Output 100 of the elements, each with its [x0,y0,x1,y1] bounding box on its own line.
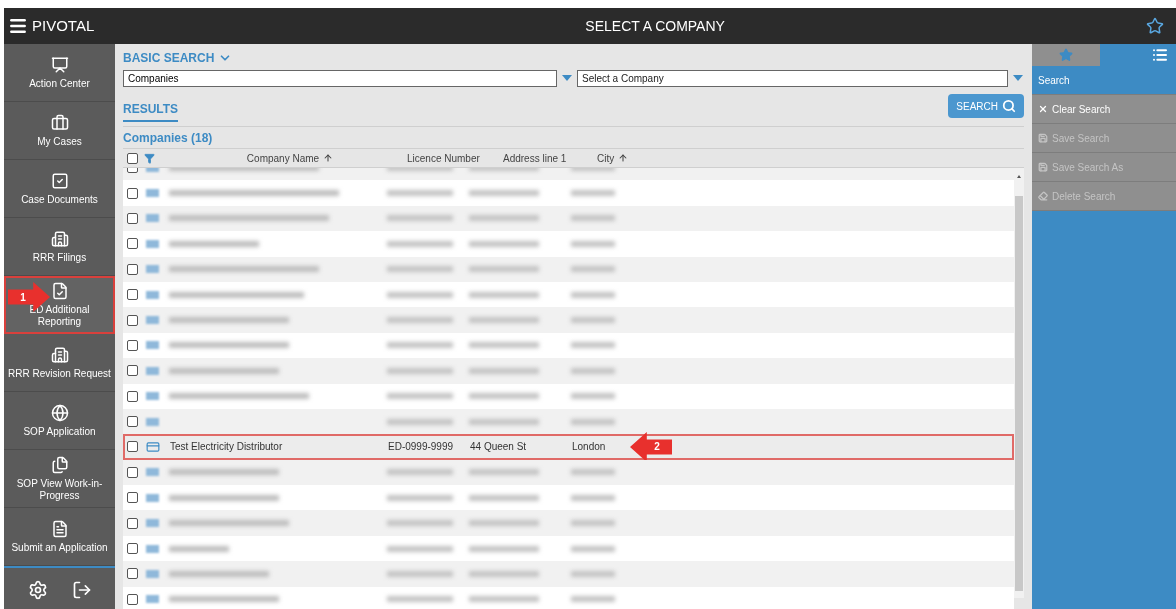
filter-icon[interactable] [144,152,155,164]
blurred-text [469,317,539,324]
dropdown-caret-icon[interactable] [1012,74,1024,82]
blurred-icon [146,341,159,350]
blurred-icon [146,569,159,578]
sidebar-icon [50,403,69,422]
row-checkbox[interactable] [127,466,138,478]
blurred-text [571,215,615,222]
blurred-text [469,291,539,298]
blurred-text [387,215,453,222]
blurred-text [387,317,453,324]
row-checkbox[interactable] [127,339,138,351]
sidebar-icon [50,281,69,300]
row-checkbox[interactable] [127,314,138,326]
table-row[interactable]: Test Electricity Distributor ED-0999-9999 44 Queen St London 2 [123,434,1014,460]
list-icon [1152,47,1168,63]
entity-select[interactable]: Companies [123,69,557,87]
results-heading: RESULTS [123,100,179,122]
search-icon [1002,99,1016,113]
column-header[interactable]: Company Name [155,150,395,166]
row-checkbox[interactable] [127,289,138,301]
sort-arrow-icon [323,153,334,163]
blurred-text [469,494,539,501]
row-checkbox[interactable] [127,517,138,529]
logout-icon[interactable] [71,580,92,600]
blurred-text [469,418,539,425]
blurred-text [469,240,539,247]
blurred-text [469,520,539,527]
blurred-text [571,545,615,552]
row-checkbox[interactable] [127,390,138,402]
table-row[interactable] [123,408,1014,435]
blurred-icon [146,316,159,325]
blurred-text [571,342,615,349]
sort-arrow-icon [618,153,629,163]
blurred-text [571,240,615,247]
sidebar-icon [50,55,69,74]
sidebar-icon [50,345,69,364]
blurred-icon [146,519,159,528]
blurred-text [469,596,539,603]
dropdown-caret-icon[interactable] [561,74,573,82]
column-header[interactable]: City [583,150,663,166]
row-checkbox[interactable] [127,187,138,199]
blurred-icon [146,239,159,248]
blurred-text [387,342,453,349]
company-record-icon [146,440,160,454]
row-checkbox[interactable] [127,441,138,453]
row-checkbox[interactable] [127,492,138,504]
header-checkbox[interactable] [127,152,138,164]
table-row[interactable] [123,459,1014,486]
row-checkbox[interactable] [127,212,138,224]
row-checkbox[interactable] [127,593,138,605]
blurred-text [469,570,539,577]
blurred-text [387,494,453,501]
blurred-icon [146,189,159,198]
sidebar-icon [50,229,69,248]
eraser-icon [1038,191,1048,201]
blurred-icon [146,290,159,299]
row-checkbox[interactable] [127,238,138,250]
blurred-icon [146,417,159,426]
company-name-cell-text: Test Electricity Distributor [169,440,284,455]
blurred-icon [146,595,159,604]
blurred-text [571,367,615,374]
company-select[interactable]: Select a Company [577,69,1008,87]
column-header[interactable]: Address line 1 [485,150,583,166]
menu-icon [8,16,28,36]
blurred-text [469,367,539,374]
blurred-text [571,596,615,603]
address-cell-text: 44 Queen St [470,440,528,455]
row-checkbox[interactable] [127,365,138,377]
blurred-text [387,393,453,400]
menu-button[interactable]: PIVOTAL [8,14,95,38]
blurred-text [387,570,453,577]
row-checkbox[interactable] [127,568,138,580]
scrollbar[interactable] [1014,168,1024,598]
blurred-text [469,393,539,400]
blurred-text [387,190,453,197]
blurred-text [387,469,453,476]
blurred-text [387,520,453,527]
blurred-text [387,596,453,603]
star-icon[interactable] [1146,17,1164,35]
close-icon [1038,104,1048,114]
blurred-icon [146,493,159,502]
star-icon [1059,48,1073,62]
save-icon [1038,133,1048,143]
settings-icon[interactable] [27,580,48,600]
blurred-icon [146,468,159,477]
blurred-text [571,570,615,577]
blurred-text [469,545,539,552]
blurred-text [469,342,539,349]
sidebar-icon [50,113,69,132]
blurred-text [571,266,615,273]
row-checkbox[interactable] [127,416,138,428]
blurred-text [169,545,229,552]
city-cell-text: London [572,440,607,455]
column-header[interactable]: Licence Number [395,150,485,166]
row-checkbox[interactable] [127,263,138,275]
blurred-text [571,291,615,298]
row-checkbox[interactable] [127,543,138,555]
blurred-text [387,545,453,552]
blurred-text [387,240,453,247]
